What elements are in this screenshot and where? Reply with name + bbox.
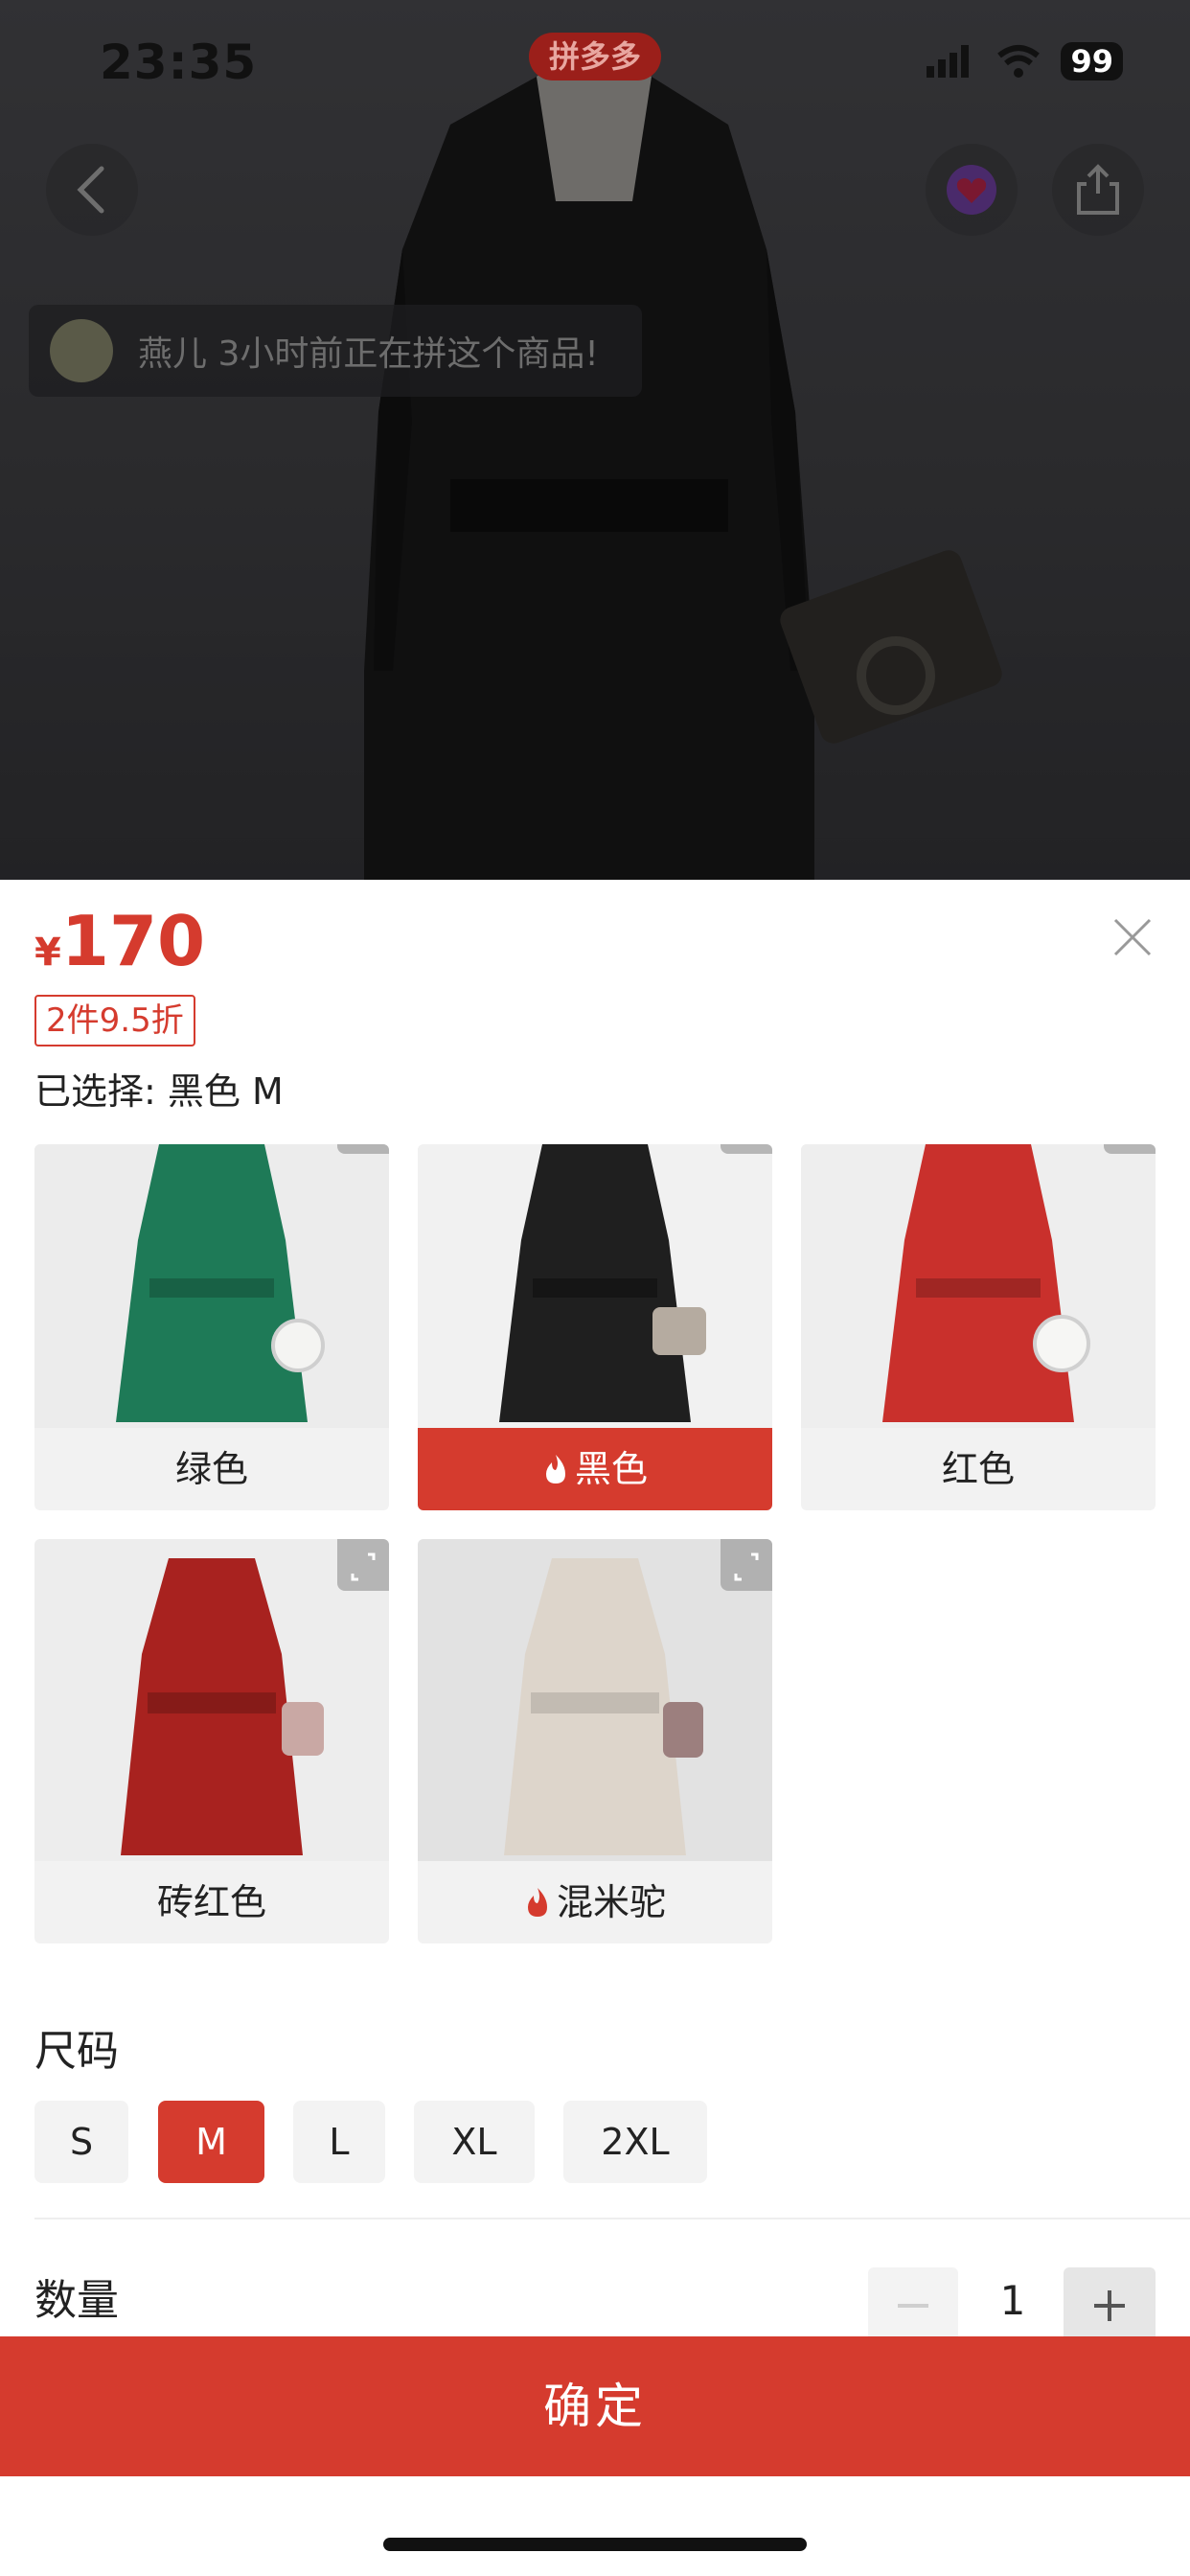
back-icon — [77, 166, 104, 214]
app-badge: 拼多多 — [529, 33, 661, 80]
variant-image — [801, 1144, 1156, 1428]
avatar — [50, 319, 113, 382]
expand-icon[interactable] — [337, 1539, 389, 1591]
close-button[interactable] — [1108, 912, 1157, 962]
back-button[interactable] — [46, 144, 138, 236]
variant-image — [418, 1539, 772, 1861]
customer-service-button[interactable] — [926, 144, 1018, 236]
share-button[interactable] — [1052, 144, 1144, 236]
variant-image — [418, 1144, 772, 1428]
variant-label: 黑色 — [418, 1428, 772, 1510]
coat-image — [34, 1539, 389, 1861]
share-icon — [1077, 164, 1119, 215]
variant-label-text: 混米驼 — [556, 1881, 666, 1923]
variant-image — [34, 1144, 389, 1428]
coat-image — [34, 1144, 389, 1428]
variant-image — [34, 1539, 389, 1861]
color-option-black[interactable]: 黑色 — [418, 1144, 772, 1510]
variant-label-text: 红色 — [941, 1448, 1015, 1490]
close-icon — [1113, 918, 1152, 956]
variant-label: 红色 — [801, 1428, 1156, 1510]
quantity-increase-button[interactable] — [1064, 2267, 1156, 2344]
coat-image — [801, 1144, 1156, 1428]
expand-icon[interactable] — [337, 1144, 389, 1154]
group-buy-toast: 燕儿 3小时前正在拼这个商品! — [29, 305, 642, 397]
battery-indicator: 99 — [1061, 42, 1123, 80]
selected-summary: 已选择: 黑色 M — [34, 1070, 284, 1113]
expand-icon[interactable] — [721, 1144, 772, 1154]
size-option-2xl[interactable]: 2XL — [563, 2101, 707, 2183]
quantity-decrease-button[interactable] — [868, 2267, 958, 2344]
sku-selector-sheet: ¥170 2件9.5折 已选择: 黑色 M 绿色 黑色 红色 砖红色 混米驼 尺… — [0, 880, 1190, 2576]
variant-label-text: 绿色 — [174, 1448, 248, 1490]
color-option-beige-camel[interactable]: 混米驼 — [418, 1539, 772, 1944]
variant-label: 绿色 — [34, 1428, 389, 1510]
price-currency: ¥ — [34, 931, 61, 975]
quantity-value[interactable]: 1 — [977, 2277, 1048, 2324]
confirm-button[interactable]: 确定 — [0, 2336, 1190, 2476]
size-option-m[interactable]: M — [158, 2101, 264, 2183]
expand-icon[interactable] — [721, 1539, 772, 1591]
home-indicator — [383, 2538, 807, 2551]
hot-flame-icon — [527, 1887, 547, 1917]
color-option-red[interactable]: 红色 — [801, 1144, 1156, 1510]
color-option-brick-red[interactable]: 砖红色 — [34, 1539, 389, 1944]
variant-label-text: 砖红色 — [156, 1881, 266, 1923]
kefu-heart-icon — [947, 165, 996, 215]
price-value: 170 — [60, 901, 206, 981]
divider — [34, 2218, 1190, 2220]
size-option-xl[interactable]: XL — [414, 2101, 535, 2183]
discount-tag: 2件9.5折 — [34, 995, 195, 1046]
product-photo-area: 23:35 拼多多 99 燕儿 3小时前正在拼这个商品! — [0, 0, 1190, 880]
minus-icon — [898, 2304, 928, 2308]
quantity-section-title: 数量 — [34, 2276, 119, 2325]
size-option-s[interactable]: S — [34, 2101, 128, 2183]
status-icons: 99 — [927, 42, 1123, 80]
status-time: 23:35 — [100, 34, 258, 90]
group-buy-text: 燕儿 3小时前正在拼这个商品! — [138, 334, 599, 374]
variant-label: 混米驼 — [418, 1861, 772, 1944]
signal-icon — [927, 45, 970, 78]
wifi-icon — [997, 45, 1041, 78]
plus-icon — [1094, 2290, 1125, 2321]
variant-label: 砖红色 — [34, 1861, 389, 1944]
coat-image — [418, 1144, 772, 1428]
size-option-l[interactable]: L — [293, 2101, 385, 2183]
hot-flame-icon — [545, 1454, 565, 1484]
expand-icon[interactable] — [1104, 1144, 1156, 1154]
coat-image — [418, 1539, 772, 1861]
price: ¥170 — [34, 901, 205, 981]
color-option-green[interactable]: 绿色 — [34, 1144, 389, 1510]
variant-label-text: 黑色 — [574, 1448, 648, 1490]
size-section-title: 尺码 — [34, 2027, 119, 2076]
